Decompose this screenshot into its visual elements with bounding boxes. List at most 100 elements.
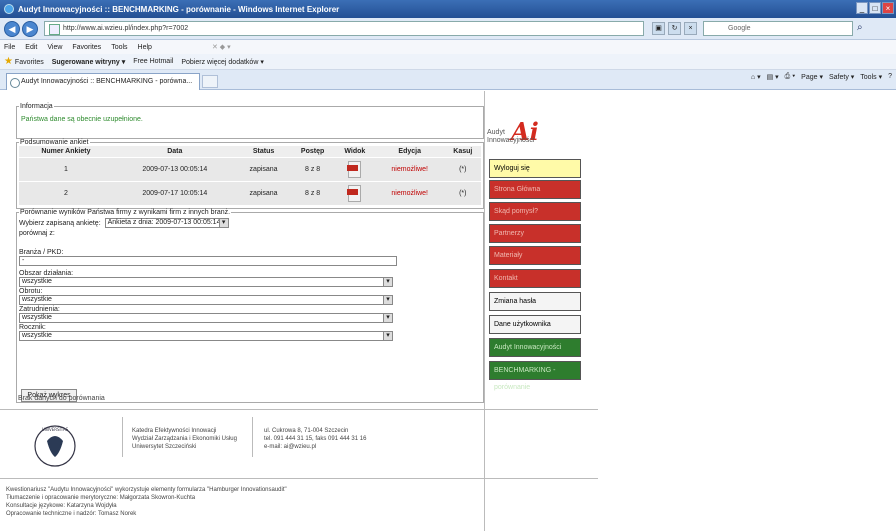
survey-delete[interactable]: (*): [444, 180, 481, 205]
survey-progress: 8 z 8: [290, 180, 335, 205]
menu-edit[interactable]: Edit: [25, 44, 37, 51]
turnover-label: Obrotu:: [19, 288, 43, 295]
table-row: 1 2009-07-13 00:05:14 zapisana 8 z 8 nie…: [19, 156, 481, 181]
survey-date: 2009-07-13 00:05:14: [112, 156, 237, 181]
table-row: 2 2009-07-17 10:05:14 zapisana 8 z 8 nie…: [19, 180, 481, 205]
menu-view[interactable]: View: [47, 44, 62, 51]
col-header: Kasuj: [444, 146, 481, 157]
side-menu-partners[interactable]: Partnerzy: [489, 224, 581, 243]
command-bar: ⌂ ▾ ▤ ▾ ⎙ ▾ Page ▾ Safety ▾ Tools ▾ ?: [751, 73, 892, 81]
year-select[interactable]: wszystkie: [19, 331, 393, 341]
pdf-icon[interactable]: [347, 160, 362, 178]
university-seal-icon: UNIVERSITAS: [34, 425, 76, 467]
url-input[interactable]: http://www.ai.wzieu.pl/index.php?r=7002: [44, 21, 644, 36]
refresh-icon[interactable]: ↻: [668, 22, 681, 35]
surveys-box: Podsumowanie ankiet Numer Ankiety Data S…: [16, 139, 484, 209]
side-menu-audit[interactable]: Audyt Innowacyjności: [489, 338, 581, 357]
employment-select[interactable]: wszystkie: [19, 313, 393, 323]
fav-item-hotmail[interactable]: Free Hotmail: [133, 58, 173, 65]
footer-separator: [252, 417, 253, 457]
survey-delete[interactable]: (*): [444, 156, 481, 181]
side-menu-change-password[interactable]: Zmiana hasła: [489, 292, 581, 311]
no-data-message: Brak danych do porównania: [18, 395, 105, 402]
minimize-button[interactable]: _: [856, 2, 868, 14]
home-icon[interactable]: ⌂ ▾: [751, 73, 761, 81]
survey-number: 2: [19, 180, 113, 205]
survey-status: zapisana: [236, 156, 291, 181]
help-icon[interactable]: ?: [888, 73, 892, 81]
industry-label: Branża / PKD:: [19, 249, 64, 256]
employment-label: Zatrudnienia:: [19, 306, 60, 313]
menu-help[interactable]: Help: [138, 44, 152, 51]
turnover-select[interactable]: wszystkie: [19, 295, 393, 305]
side-menu-materials[interactable]: Materiały: [489, 246, 581, 265]
cmd-tools[interactable]: Tools ▾: [860, 73, 882, 81]
print-icon[interactable]: ⎙ ▾: [785, 73, 796, 81]
info-legend: Informacja: [20, 103, 53, 110]
survey-number: 1: [19, 156, 113, 181]
col-header: Data: [112, 146, 237, 157]
page-content: Informacja Państwa dane są obecnie uzupe…: [0, 91, 896, 531]
maximize-button[interactable]: □: [869, 2, 881, 14]
browser-tab[interactable]: Audyt Innowacyjności :: BENCHMARKING - p…: [6, 73, 200, 90]
star-icon: ★: [4, 56, 13, 67]
menu-favorites[interactable]: Favorites: [72, 44, 101, 51]
compatibility-icon[interactable]: ▣: [652, 22, 665, 35]
cmd-safety[interactable]: Safety ▾: [829, 73, 854, 81]
favorites-button[interactable]: ★ Favorites: [4, 56, 44, 67]
cmd-page[interactable]: Page ▾: [801, 73, 823, 81]
logo-text: Audyt Innowacyjności: [487, 129, 535, 144]
fav-item-suggested[interactable]: Sugerowane witryny ▾: [52, 58, 126, 66]
col-header: Edycja: [374, 146, 445, 157]
svg-text:UNIVERSITAS: UNIVERSITAS: [42, 427, 69, 432]
feeds-icon[interactable]: ▤ ▾: [767, 73, 779, 81]
menu-file[interactable]: File: [4, 44, 15, 51]
choose-survey-select[interactable]: Ankieta z dnia: 2009-07-13 00:05:14: [104, 218, 229, 228]
menu-tools[interactable]: Tools: [111, 44, 127, 51]
search-input[interactable]: Google: [703, 21, 853, 36]
compare-box: Porównanie wyników Państwa firmy z wynik…: [16, 209, 484, 403]
surveys-table: Numer Ankiety Data Status Postęp Widok E…: [19, 146, 481, 205]
audyt-logo: Ai Audyt Innowacyjności: [487, 117, 547, 151]
footer-separator: [122, 417, 123, 457]
main-column: Informacja Państwa dane są obecnie uzupe…: [14, 91, 484, 531]
survey-edit: niemożliwe!: [374, 180, 445, 205]
ie-logo-icon: [4, 4, 14, 14]
side-menu-contact[interactable]: Kontakt: [489, 269, 581, 288]
side-menu-idea[interactable]: Skąd pomysł?: [489, 202, 581, 221]
pdf-icon[interactable]: [347, 184, 362, 202]
survey-progress: 8 z 8: [290, 156, 335, 181]
loading-icon: ✕ ◆ ▾: [211, 44, 231, 51]
choose-survey-label: Wybierz zapisaną ankietę:: [19, 219, 101, 227]
window-title: Audyt Innowacyjności :: BENCHMARKING - p…: [18, 4, 340, 14]
footer-department: Katedra Efektywności Innowacji Wydział Z…: [132, 428, 237, 450]
stop-icon[interactable]: ×: [684, 22, 697, 35]
info-box: Informacja Państwa dane są obecnie uzupe…: [16, 103, 484, 139]
col-header: Numer Ankiety: [19, 146, 113, 157]
year-label: Rocznik:: [19, 324, 46, 331]
menu-bar: File Edit View Favorites Tools Help ✕ ◆ …: [0, 40, 896, 54]
address-bar: ◀ ▶ http://www.ai.wzieu.pl/index.php?r=7…: [0, 18, 896, 40]
window-titlebar: Audyt Innowacyjności :: BENCHMARKING - p…: [0, 0, 896, 18]
side-column: Ai Audyt Innowacyjności Wyloguj się Stro…: [484, 91, 896, 531]
survey-date: 2009-07-17 10:05:14: [112, 180, 237, 205]
fav-item-addons[interactable]: Pobierz więcej dodatków ▾: [181, 58, 264, 66]
compare-with-label: porównaj z:: [19, 230, 55, 237]
compare-legend: Porównanie wyników Państwa firmy z wynik…: [20, 209, 231, 216]
survey-status: zapisana: [236, 180, 291, 205]
industry-input[interactable]: -: [19, 256, 397, 266]
side-menu-user-data[interactable]: Dane użytkownika: [489, 315, 581, 334]
side-menu-home[interactable]: Strona Główna: [489, 180, 581, 199]
back-button[interactable]: ◀: [4, 20, 20, 37]
col-header: Postęp: [290, 146, 335, 157]
search-icon[interactable]: ⌕: [857, 22, 871, 36]
forward-button[interactable]: ▶: [22, 20, 38, 37]
new-tab-button[interactable]: [202, 75, 218, 88]
area-select[interactable]: wszystkie: [19, 277, 393, 287]
close-button[interactable]: ×: [882, 2, 894, 14]
footer-contact: ul. Cukrowa 8, 71-004 Szczecin tel. 091 …: [264, 428, 367, 450]
side-menu-logout[interactable]: Wyloguj się: [489, 159, 581, 178]
area-label: Obszar działania:: [19, 270, 74, 277]
side-menu-benchmarking[interactable]: BENCHMARKING - porównanie: [489, 361, 581, 391]
col-header: Widok: [334, 146, 375, 157]
